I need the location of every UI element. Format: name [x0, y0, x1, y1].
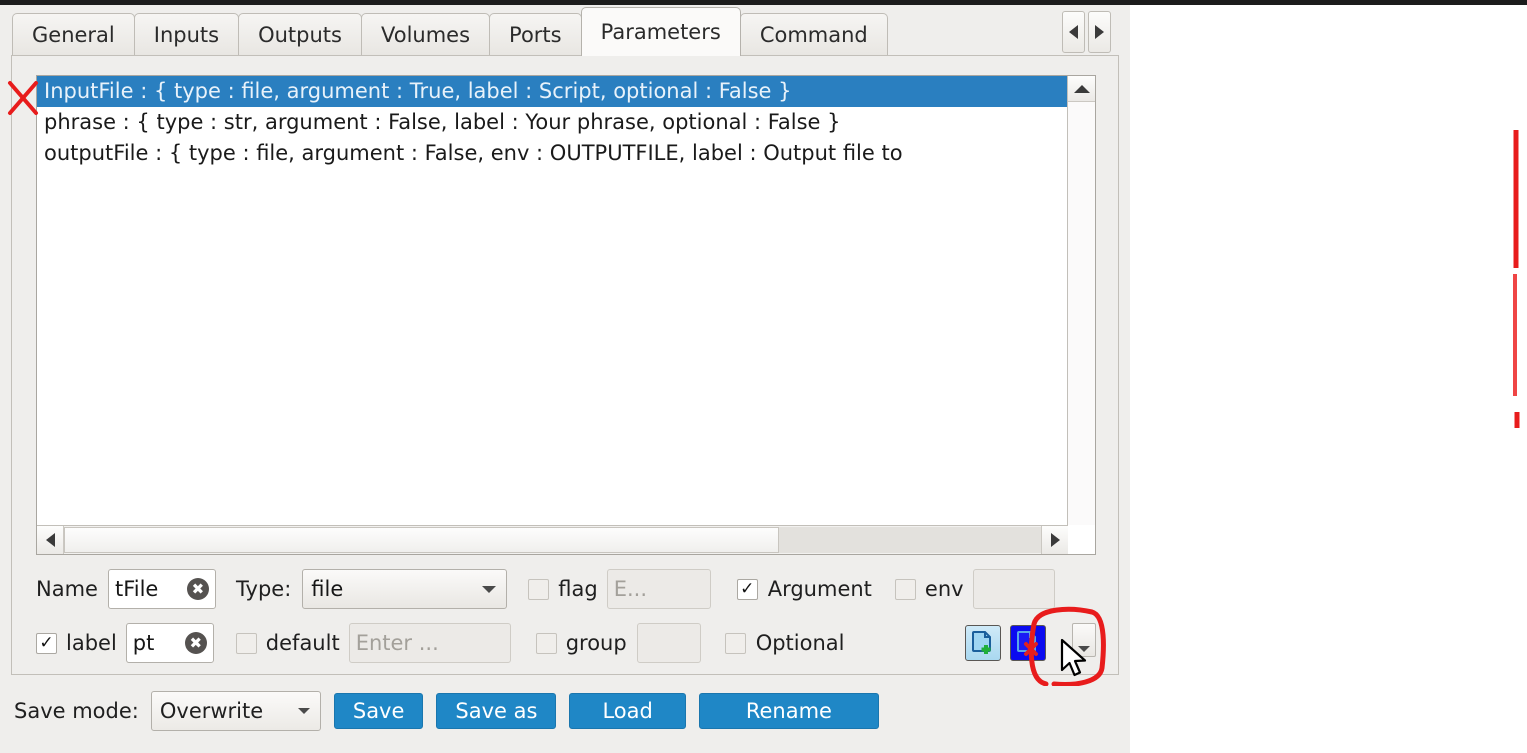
chevron-left-icon — [1069, 25, 1078, 39]
load-button[interactable]: Load — [569, 693, 686, 729]
flag-label: flag — [558, 577, 598, 601]
flag-input[interactable]: E... — [606, 569, 711, 609]
screenshot-root: General Inputs Outputs Volumes Ports Par… — [0, 0, 1527, 753]
parameter-editor-row-1: Name tFile ✖ Type: file ✓ flag E... ✓ Ar… — [36, 566, 1096, 612]
red-vertical-line-annotation — [1513, 130, 1520, 428]
add-parameter-button[interactable] — [965, 625, 1002, 661]
list-item-text: outputFile : { type : file, argument : F… — [44, 141, 903, 165]
save-as-button-label: Save as — [455, 699, 538, 723]
save-bar: Save mode: Overwrite Save Save as Load R… — [14, 691, 879, 731]
type-select[interactable]: file — [302, 569, 508, 609]
list-item[interactable]: outputFile : { type : file, argument : F… — [37, 138, 1068, 169]
chevron-right-icon — [1095, 25, 1104, 39]
tab-scroll-right-button[interactable] — [1088, 11, 1111, 53]
list-item-text: InputFile : { type : file, argument : Tr… — [44, 79, 792, 103]
default-input-placeholder: Enter ... — [355, 631, 439, 655]
tab-bar: General Inputs Outputs Volumes Ports Par… — [0, 5, 1130, 56]
list-item[interactable]: phrase : { type : str, argument : False,… — [37, 107, 1068, 138]
save-button-label: Save — [352, 699, 405, 723]
tab-ports[interactable]: Ports — [489, 13, 582, 56]
tab-parameters[interactable]: Parameters — [580, 7, 741, 56]
rename-button[interactable]: Rename — [698, 693, 879, 729]
parameter-editor-row-2: ✓ label pt ✖ ✓ default Enter ... ✓ group… — [36, 620, 1096, 666]
default-label: default — [265, 631, 340, 655]
optional-checkbox[interactable]: ✓ — [724, 632, 746, 654]
name-label: Name — [36, 577, 98, 601]
tab-scroll-buttons — [1062, 11, 1111, 53]
triangle-left-icon — [45, 533, 55, 547]
save-mode-label: Save mode: — [14, 699, 139, 723]
tab-ports-label: Ports — [509, 23, 562, 47]
label-checkbox[interactable]: ✓ — [36, 632, 57, 654]
group-checkbox[interactable]: ✓ — [535, 632, 557, 654]
save-as-button[interactable]: Save as — [436, 693, 557, 729]
type-label: Type: — [235, 577, 292, 601]
tab-volumes[interactable]: Volumes — [360, 13, 491, 56]
horizontal-scroll-track[interactable] — [779, 527, 1041, 553]
checkmark-icon: ✓ — [39, 632, 54, 653]
tab-inputs[interactable]: Inputs — [133, 13, 240, 56]
save-mode-value: Overwrite — [159, 699, 264, 723]
triangle-up-icon — [1073, 84, 1090, 93]
tab-general[interactable]: General — [12, 13, 135, 56]
scroll-left-button[interactable] — [37, 526, 64, 554]
env-input[interactable] — [972, 569, 1055, 609]
horizontal-scroll-thumb[interactable] — [64, 527, 779, 553]
tab-inputs-label: Inputs — [153, 23, 220, 47]
tab-general-label: General — [32, 23, 115, 47]
clear-name-icon[interactable]: ✖ — [186, 578, 209, 600]
parameters-tab-panel: InputFile : { type : file, argument : Tr… — [11, 55, 1119, 675]
chevron-down-icon — [297, 708, 310, 714]
group-input[interactable] — [636, 623, 701, 663]
default-checkbox[interactable]: ✓ — [235, 632, 257, 654]
delete-parameter-icon — [1017, 631, 1039, 656]
clear-label-icon[interactable]: ✖ — [184, 632, 207, 654]
add-parameter-icon — [972, 631, 992, 654]
save-mode-select[interactable]: Overwrite — [150, 691, 321, 731]
delete-parameter-button[interactable] — [1010, 625, 1047, 661]
tab-command[interactable]: Command — [739, 13, 888, 56]
list-item[interactable]: InputFile : { type : file, argument : Tr… — [37, 76, 1068, 107]
label-input[interactable]: pt ✖ — [125, 623, 214, 663]
mouse-cursor — [1060, 638, 1087, 677]
type-select-value: file — [311, 577, 344, 601]
list-item-text: phrase : { type : str, argument : False,… — [44, 110, 841, 134]
checkmark-icon: ✓ — [740, 578, 755, 599]
tab-scroll-left-button[interactable] — [1062, 11, 1085, 53]
parameter-list-rows: InputFile : { type : file, argument : Tr… — [37, 76, 1068, 525]
vertical-scrollbar[interactable] — [1067, 76, 1095, 525]
tab-volumes-label: Volumes — [380, 23, 471, 47]
flag-checkbox[interactable]: ✓ — [528, 578, 550, 600]
name-input-value: tFile — [114, 577, 159, 601]
default-input[interactable]: Enter ... — [348, 623, 511, 663]
label-label: label — [66, 631, 117, 655]
scroll-up-button[interactable] — [1068, 76, 1095, 102]
triangle-right-icon — [1050, 533, 1060, 547]
tab-command-label: Command — [759, 23, 868, 47]
env-label: env — [924, 577, 964, 601]
parameter-list-view[interactable]: InputFile : { type : file, argument : Tr… — [36, 75, 1096, 555]
flag-input-placeholder: E... — [613, 577, 648, 601]
optional-label: Optional — [755, 631, 845, 655]
tab-outputs-label: Outputs — [258, 23, 342, 47]
tab-strip: General Inputs Outputs Volumes Ports Par… — [12, 7, 888, 56]
save-button[interactable]: Save — [333, 693, 424, 729]
label-input-value: pt — [132, 631, 155, 655]
env-checkbox[interactable]: ✓ — [894, 578, 916, 600]
argument-label: Argument — [767, 577, 872, 601]
group-label: group — [565, 631, 627, 655]
vertical-scroll-track[interactable] — [1068, 102, 1095, 525]
tab-parameters-label: Parameters — [600, 20, 721, 44]
scroll-right-button[interactable] — [1041, 526, 1068, 554]
tab-outputs[interactable]: Outputs — [238, 13, 362, 56]
container-config-window: General Inputs Outputs Volumes Ports Par… — [0, 5, 1130, 753]
load-button-label: Load — [602, 699, 653, 723]
argument-checkbox[interactable]: ✓ — [736, 578, 758, 600]
horizontal-scrollbar[interactable] — [37, 525, 1068, 554]
name-input[interactable]: tFile ✖ — [107, 569, 216, 609]
rename-button-label: Rename — [745, 699, 832, 723]
chevron-down-icon — [482, 586, 497, 593]
